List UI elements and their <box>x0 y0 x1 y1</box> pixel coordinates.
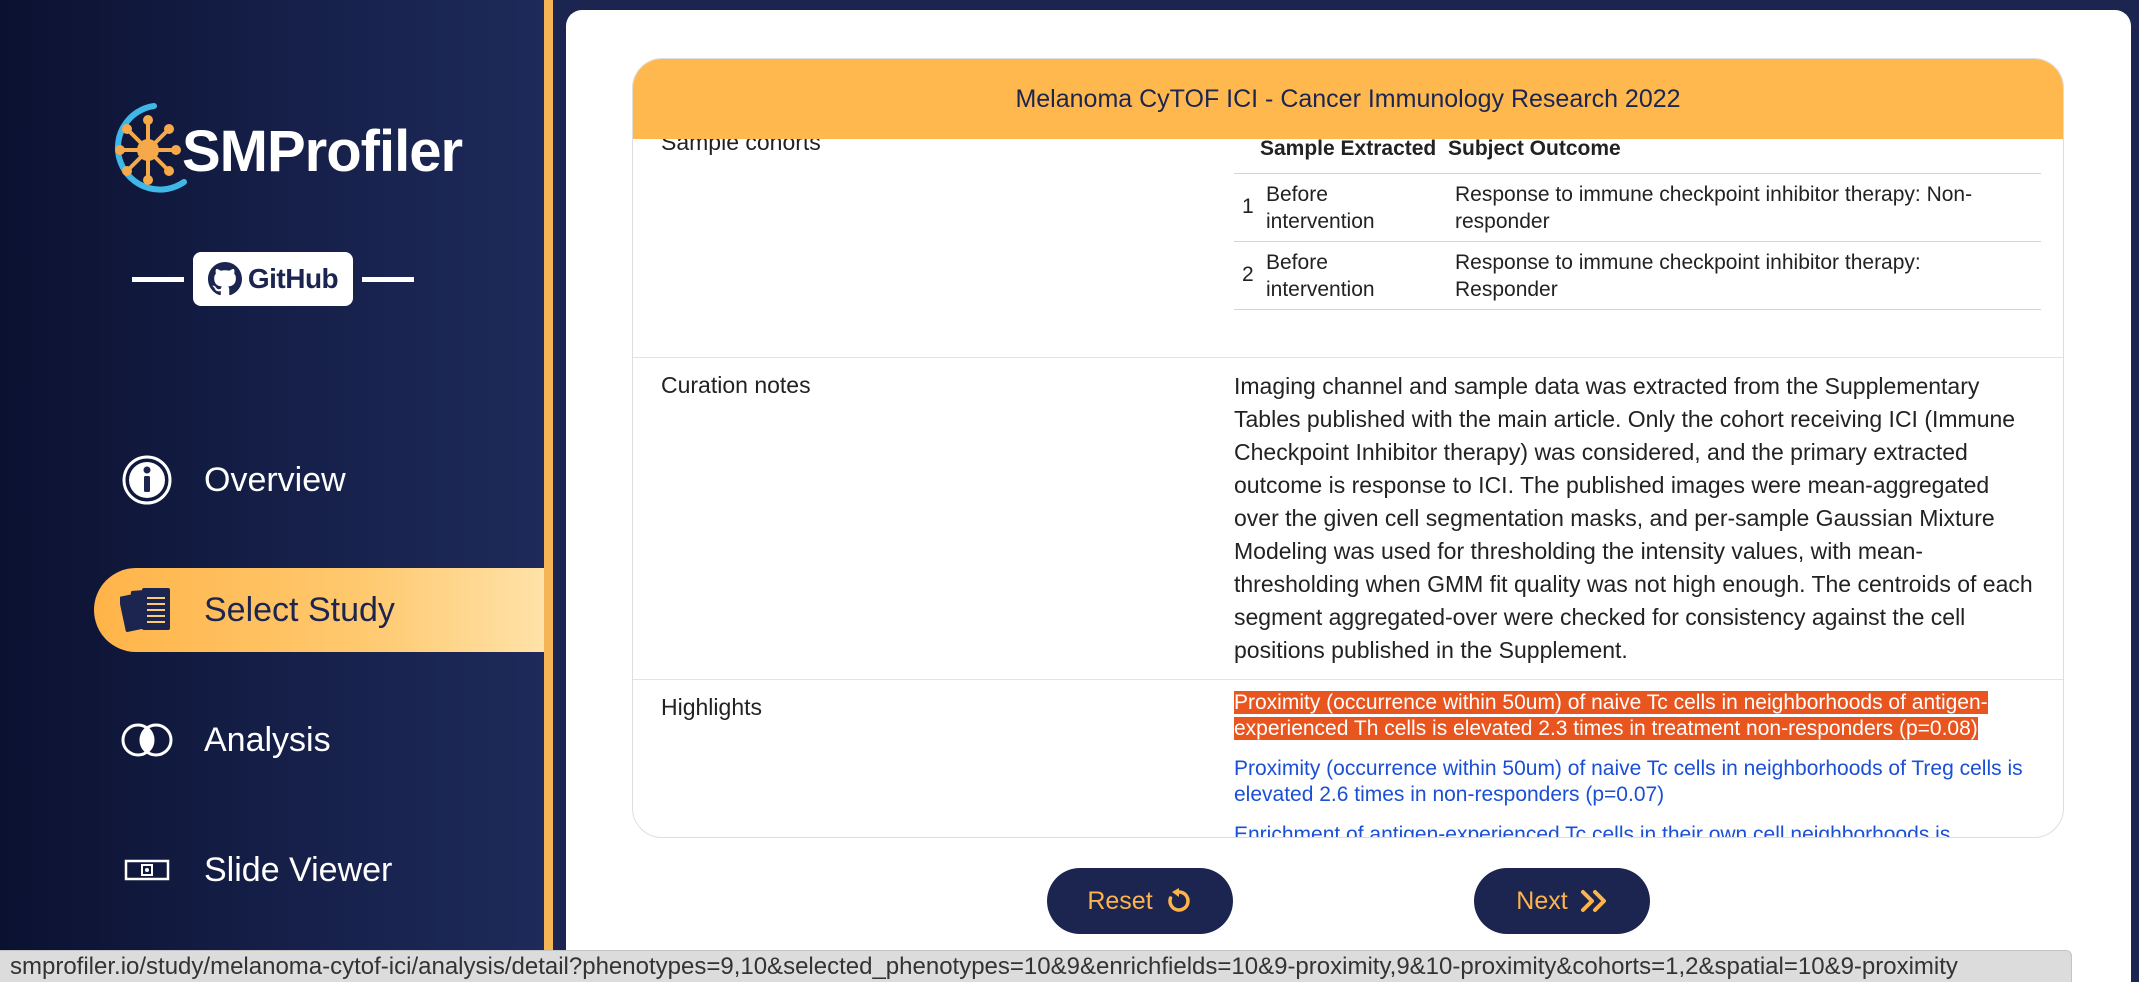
info-icon <box>120 453 174 507</box>
main-panel: Melanoma CyTOF ICI - Cancer Immunology R… <box>566 10 2131 982</box>
smprofiler-logo[interactable]: SMProfiler <box>106 100 463 196</box>
sample-extracted-cell: Before intervention <box>1266 183 1375 233</box>
venn-icon <box>120 713 174 767</box>
documents-icon <box>120 583 174 637</box>
sidebar: SMProfiler GitHub Overview Select Study … <box>0 0 550 982</box>
double-chevron-right-icon <box>1580 890 1606 912</box>
study-card: Melanoma CyTOF ICI - Cancer Immunology R… <box>632 58 2064 838</box>
browser-status-url: smprofiler.io/study/melanoma-cytof-ici/a… <box>0 950 2072 982</box>
highlight-link[interactable]: Enrichment of antigen-experienced Tc cel… <box>1234 822 2034 837</box>
subject-outcome-cell: Response to immune checkpoint inhibitor … <box>1455 251 1921 301</box>
sidebar-item-overview[interactable]: Overview <box>94 438 544 522</box>
github-label: GitHub <box>247 263 339 294</box>
highlight-link[interactable]: Proximity (occurrence within 50um) of na… <box>1234 756 2034 808</box>
column-header: Subject Outcome <box>1448 137 1621 160</box>
github-link[interactable]: GitHub <box>132 252 414 306</box>
highlights-row: Highlights Proximity (occurrence within … <box>633 679 2063 837</box>
table-row: 2 Before intervention Response to immune… <box>1234 241 2041 310</box>
sidebar-item-label: Slide Viewer <box>204 850 393 889</box>
reset-icon <box>1167 888 1190 912</box>
highlight-link[interactable]: Proximity (occurrence within 50um) of na… <box>1234 690 2034 742</box>
sidebar-item-label: Analysis <box>204 720 331 759</box>
github-icon <box>207 262 242 296</box>
study-title: Melanoma CyTOF ICI - Cancer Immunology R… <box>633 59 2063 139</box>
next-button[interactable]: Next <box>1474 868 1650 934</box>
row-index: 2 <box>1242 263 1254 286</box>
divider-left <box>132 277 184 282</box>
highlights-label: Highlights <box>661 694 762 720</box>
subject-outcome-cell: Response to immune checkpoint inhibitor … <box>1455 183 1973 233</box>
sidebar-item-analysis[interactable]: Analysis <box>94 698 544 782</box>
table-row: 1 Before intervention Response to immune… <box>1234 173 2041 242</box>
curation-notes-label: Curation notes <box>661 372 811 398</box>
divider-right <box>362 277 414 282</box>
curation-notes-row: Curation notes Imaging channel and sampl… <box>633 357 2063 680</box>
next-label: Next <box>1516 886 1568 915</box>
sidebar-item-label: Overview <box>204 460 346 499</box>
curation-notes-text: Imaging channel and sample data was extr… <box>1234 373 2033 663</box>
github-badge[interactable]: GitHub <box>193 252 353 306</box>
sidebar-item-select-study[interactable]: Select Study <box>94 568 544 652</box>
sidebar-item-slide-viewer[interactable]: Slide Viewer <box>94 828 544 912</box>
highlight-text: Proximity (occurrence within 50um) of na… <box>1234 691 1988 740</box>
row-index: 1 <box>1242 195 1254 218</box>
sidebar-item-label: Select Study <box>204 590 395 629</box>
sidebar-accent-border <box>544 0 553 982</box>
reset-label: Reset <box>1087 886 1153 915</box>
sample-extracted-cell: Before intervention <box>1266 251 1375 301</box>
slide-icon <box>120 843 174 897</box>
logo-text: SMProfiler <box>182 119 463 184</box>
column-header: Sample Extracted <box>1260 137 1437 160</box>
reset-button[interactable]: Reset <box>1047 868 1233 934</box>
cohorts-table-header: Sample Extracted Subject Outcome <box>1234 137 2041 174</box>
